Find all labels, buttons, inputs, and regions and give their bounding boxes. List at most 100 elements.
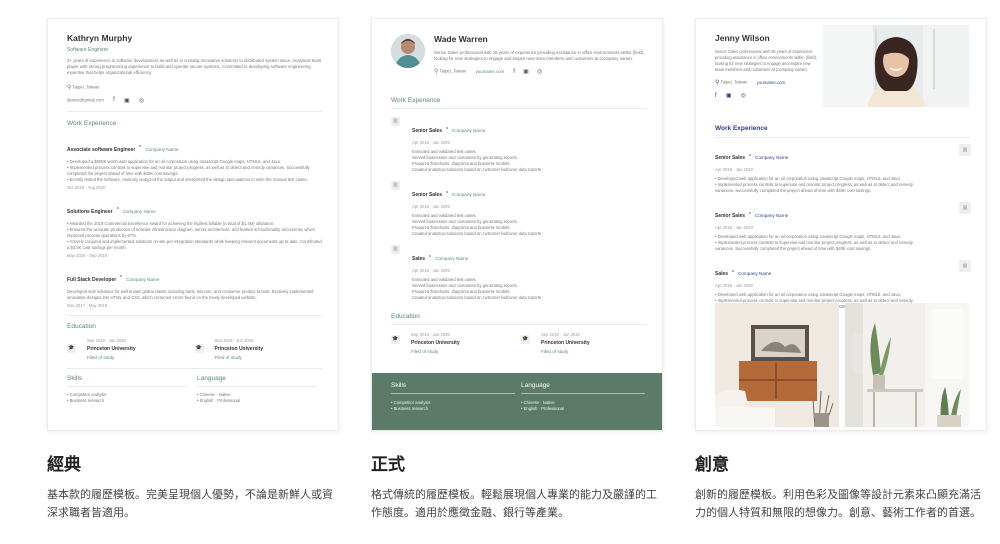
- template-card-creative[interactable]: Jenny Wilson Senior Sales professional w…: [695, 18, 987, 431]
- template-description-classic: 基本款的履歷模板。完美呈現個人優勢，不論是新鮮人或資深求職者皆適用。: [47, 488, 333, 519]
- linkedin-icon: ▣: [523, 69, 529, 76]
- interior-photo-left: [715, 303, 839, 427]
- education-entry: 🎓 Sep 2019 · Jun 2020 Princeton Universi…: [521, 332, 646, 354]
- template-description-creative: 創新的履歷模板。利用色彩及圖像等設計元素來凸顯充滿活力的個人特質和無限的想像力。…: [695, 488, 981, 519]
- template-title-formal[interactable]: 正式: [371, 450, 405, 475]
- job-entry: ▥ Sales Company Name Apr 2018 · Jan 2020 …: [391, 245, 646, 301]
- template-card-classic[interactable]: Kathryn Murphy Software Engineer 2+ year…: [47, 18, 339, 431]
- job-entry: Solutions Engineer Company Name • Awarded…: [67, 198, 322, 258]
- resume-summary: Senior Sales professional with 25 years …: [715, 49, 818, 72]
- job-entry: ▥ Senior Sales Company Name Apr 2018 · Ja…: [391, 117, 646, 173]
- resume-role: Software Engineer: [67, 47, 109, 53]
- resume-email: dianne@gmail.com: [67, 97, 104, 103]
- job-title: Associate software Engineer: [67, 146, 136, 153]
- job-bullet: Developed web solutions for well known g…: [67, 288, 314, 300]
- building-icon: ▥: [391, 117, 400, 126]
- job-dates: Apr 2018 · Jan 2020: [715, 225, 753, 230]
- education-dates: Sep 2019 · Jun 2020: [411, 332, 450, 337]
- resume-website: yourname.com: [756, 79, 786, 85]
- job-dates: Apr 2018 · Jan 2020: [715, 283, 753, 288]
- skills-heading: Skills: [391, 382, 407, 389]
- job-entry: Senior Sales Company Name Apr 2018 · Jan …: [715, 144, 971, 194]
- resume-summary: 2+ years of experience in software devel…: [67, 58, 322, 76]
- job-title: Senior Sales: [412, 128, 443, 134]
- job-title: Solutions Engineer: [67, 208, 113, 215]
- job-title: Full Stack Developer: [67, 276, 117, 283]
- linkedin-icon: ▣: [123, 97, 130, 104]
- education-entry: 🎓 Sep 2019 · Jun 2020 Princeton Universi…: [391, 332, 521, 354]
- job-dates: Apr 2018 · Jan 2020: [412, 140, 450, 145]
- job-company: Company Name: [122, 208, 156, 214]
- experience-heading: Work Experience: [67, 119, 117, 127]
- location-pin-icon: ⚲: [434, 69, 439, 76]
- experience-heading: Work Experience: [391, 97, 441, 104]
- job-dates: Oct 2019 - Aug 2020: [67, 184, 106, 190]
- job-dates: Nov 2017 - May 2018: [67, 302, 108, 308]
- language-item: • English · Professional: [521, 406, 565, 411]
- job-company: Company Name: [452, 192, 486, 197]
- facebook-icon: f: [715, 92, 717, 99]
- building-icon: ▥: [959, 202, 971, 214]
- job-company: Company Name: [435, 256, 469, 261]
- template-title-creative[interactable]: 創意: [695, 450, 729, 475]
- education-school: Princeton University: [87, 345, 136, 352]
- facebook-icon: f: [113, 97, 115, 104]
- skill-item: • Business research: [67, 397, 105, 403]
- job-dates: May 2018 - Sep 2019: [67, 252, 108, 258]
- skill-item: • Business research: [391, 406, 429, 411]
- resume-footer: Skills • Competitor analysis • Business …: [372, 373, 662, 430]
- job-dates: Apr 2018 · Jan 2020: [412, 268, 450, 273]
- job-company: Company Name: [738, 271, 772, 276]
- graduation-cap-icon: 🎓: [67, 343, 76, 353]
- job-entry: Associate software Engineer Company Name …: [67, 136, 322, 190]
- linkedin-icon: ▣: [725, 93, 732, 99]
- education-school: Princeton University: [541, 340, 590, 346]
- education-dates: Sep 2019 · Jun 2020: [214, 337, 254, 343]
- interior-photo-right: [845, 303, 969, 427]
- job-entry: ▥ Senior Sales Company Name Apr 2018 · Ja…: [391, 181, 646, 237]
- job-company: Company Name: [126, 276, 160, 282]
- job-bullet: • Implemented process controls to superv…: [67, 164, 310, 176]
- job-title: Senior Sales: [412, 192, 443, 198]
- language-item: • English · Professional: [197, 397, 241, 403]
- education-heading: Education: [67, 322, 96, 330]
- language-heading: Language: [197, 374, 226, 382]
- education-school: Princeton University: [214, 345, 264, 352]
- job-line: Created analytical solutions based on cu…: [412, 295, 543, 300]
- resume-location: Taipei, Taiwan: [72, 84, 100, 90]
- education-school: Princeton University: [411, 340, 460, 346]
- job-bullet: • Implemented process controls to superv…: [715, 240, 913, 251]
- skills-heading: Skills: [67, 374, 83, 382]
- resume-location: Taipei, Taiwan: [720, 79, 748, 85]
- instagram-icon: ◎: [138, 97, 145, 104]
- building-icon: ▥: [391, 245, 400, 254]
- profile-photo: [823, 25, 969, 107]
- job-line: Created analytical solutions based on cu…: [412, 231, 543, 236]
- job-bullet: • Actively conjured and implemented solu…: [67, 238, 322, 250]
- location-pin-icon: ⚲: [67, 84, 72, 91]
- job-entry: Full Stack Developer Company Name Develop…: [67, 266, 322, 308]
- job-dates: Apr 2018 · Jan 2020: [412, 204, 450, 209]
- template-description-formal: 格式傳統的履歷模板。輕鬆展現個人專業的能力及嚴謹的工作態度。適用於應徵金融、銀行…: [371, 488, 657, 519]
- resume-name: Jenny Wilson: [715, 33, 770, 43]
- education-dates: Sep 2019 · Jun 2020: [87, 337, 126, 343]
- template-card-formal[interactable]: Wade Warren Senior Sales professional wi…: [371, 18, 663, 431]
- facebook-icon: f: [513, 68, 515, 75]
- instagram-icon: ◎: [537, 69, 543, 76]
- job-company: Company Name: [145, 146, 179, 152]
- location-pin-icon: ⚲: [715, 80, 720, 86]
- job-company: Company Name: [755, 213, 789, 218]
- job-bullet: • Ecently tested the software, routinely…: [67, 176, 308, 182]
- education-field: Filed of study: [541, 349, 569, 354]
- graduation-cap-icon: 🎓: [194, 343, 204, 353]
- education-field: Filed of study: [214, 354, 242, 360]
- job-title: Sales: [412, 256, 426, 262]
- graduation-cap-icon: 🎓: [391, 335, 400, 344]
- building-icon: ▥: [959, 260, 971, 272]
- education-heading: Education: [391, 313, 420, 320]
- education-entry: 🎓 Sep 2019 · Jun 2020 Princeton Universi…: [194, 337, 323, 360]
- job-bullet: • Implemented process controls to superv…: [715, 182, 913, 193]
- job-title: Senior Sales: [715, 155, 746, 161]
- template-title-classic[interactable]: 經典: [47, 450, 81, 475]
- building-icon: ▥: [391, 181, 400, 190]
